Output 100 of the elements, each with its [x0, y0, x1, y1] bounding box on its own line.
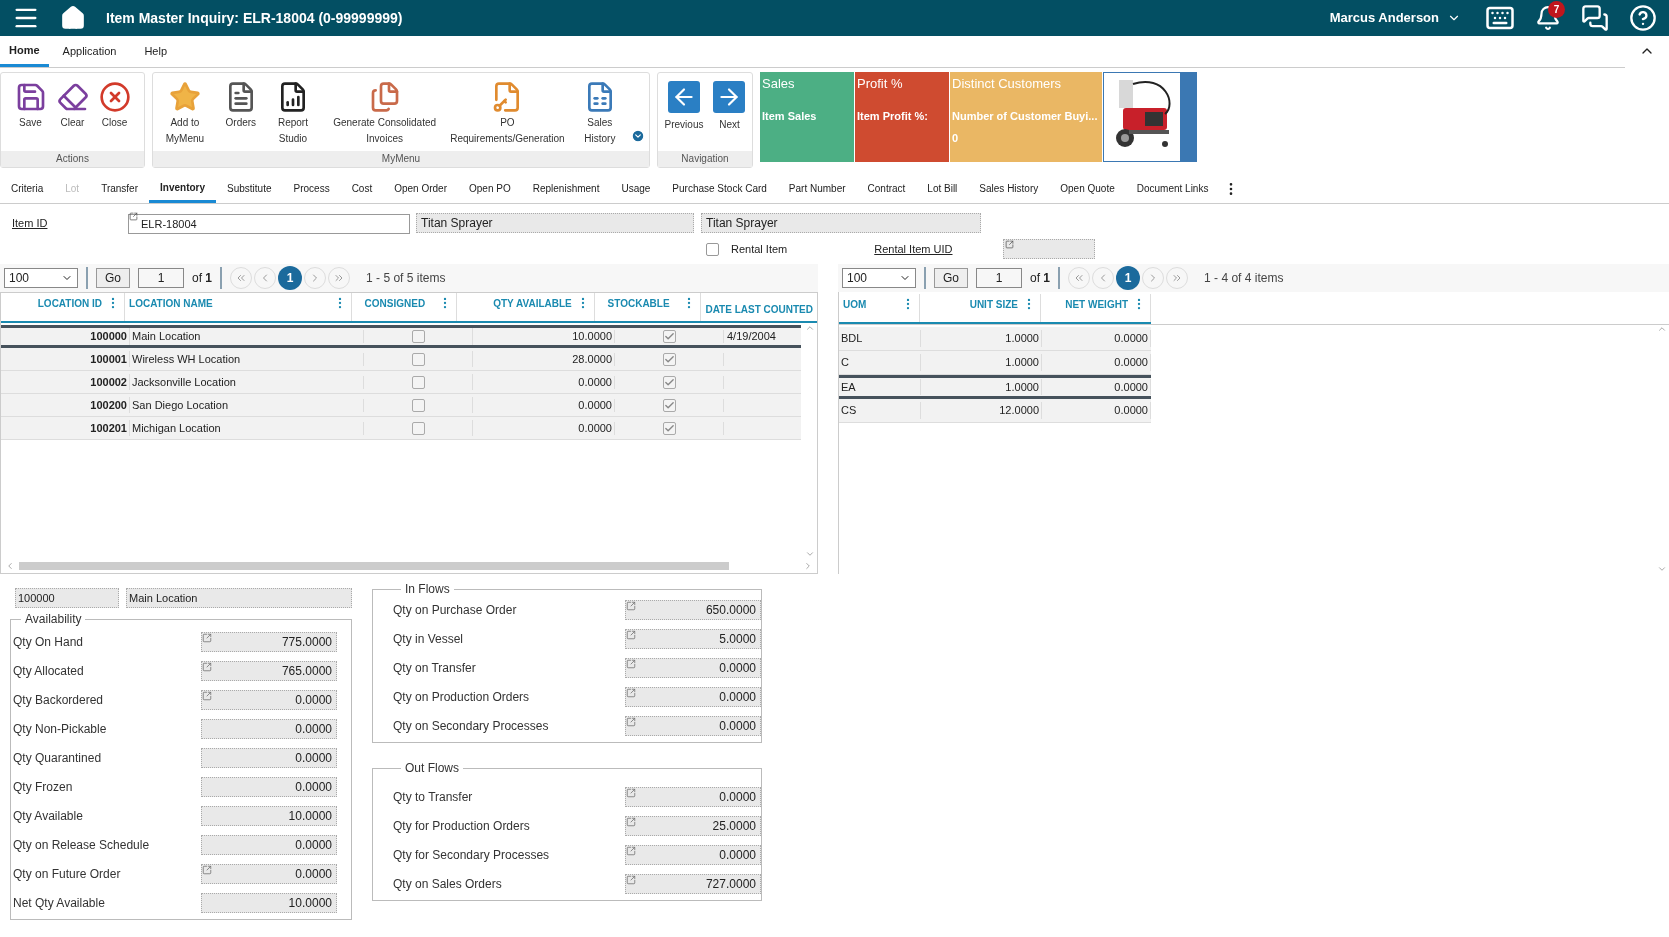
ribbon-button[interactable]: Sales History — [572, 77, 627, 147]
link-icon[interactable] — [626, 601, 636, 611]
table-row[interactable]: 100001 Wireless WH Location 28.0000 — [1, 348, 801, 371]
column-header[interactable]: LOCATION NAME — [129, 296, 329, 311]
go-button[interactable]: Go — [96, 268, 130, 288]
ribbon-button[interactable]: Report Studio — [264, 77, 322, 147]
ribbon-button[interactable]: PO Requirements/Generation — [448, 77, 567, 147]
table-row[interactable]: 100000 Main Location 10.0000 4/19/2004 — [1, 325, 801, 348]
tab[interactable]: Inventory — [149, 174, 217, 203]
column-header[interactable]: STOCKABLE — [598, 296, 679, 311]
link-icon[interactable] — [202, 662, 212, 672]
checkbox[interactable] — [662, 421, 676, 435]
expand-icon[interactable] — [631, 129, 645, 143]
checkbox[interactable] — [411, 330, 425, 343]
link-icon[interactable] — [626, 630, 636, 640]
notification-icon[interactable] — [1535, 5, 1561, 31]
tab[interactable]: Replenishment — [521, 174, 611, 203]
link-icon[interactable] — [626, 788, 636, 798]
checkbox[interactable] — [411, 375, 425, 389]
scroll-up-icon[interactable] — [805, 323, 815, 333]
item-id-field[interactable]: ELR-18004 — [128, 214, 410, 234]
link-icon[interactable] — [202, 865, 212, 875]
column-header[interactable]: LOCATION ID — [5, 296, 103, 311]
table-row[interactable]: CS 12.0000 0.0000 — [839, 399, 1151, 423]
link-icon[interactable] — [1004, 240, 1014, 249]
home-icon[interactable] — [60, 5, 86, 31]
checkbox[interactable] — [411, 352, 425, 366]
link-icon[interactable] — [626, 846, 636, 856]
tab[interactable]: Process — [282, 174, 341, 203]
table-row[interactable]: 100201 Michigan Location 0.0000 — [1, 417, 801, 440]
menu-tab[interactable]: Help — [130, 36, 181, 67]
table-row[interactable]: 100002 Jacksonville Location 0.0000 — [1, 371, 801, 394]
link-icon[interactable] — [626, 688, 636, 698]
help-icon[interactable] — [1629, 4, 1657, 32]
tab[interactable]: Substitute — [216, 174, 283, 203]
menu-tab[interactable]: Home — [0, 36, 49, 67]
ribbon-button[interactable]: Clear — [54, 77, 91, 131]
scroll-up-icon[interactable] — [1657, 324, 1667, 334]
checkbox[interactable] — [706, 242, 719, 256]
link-icon[interactable] — [129, 212, 138, 221]
tab[interactable]: Open Quote — [1049, 174, 1126, 203]
scroll-down-icon[interactable] — [1657, 564, 1667, 574]
user-menu[interactable]: Marcus Anderson — [1329, 8, 1461, 28]
link-icon[interactable] — [202, 633, 212, 643]
kpi-tile[interactable]: Profit % Item Profit %: — [855, 72, 949, 162]
ribbon-button[interactable]: Close — [96, 77, 133, 131]
chat-icon[interactable] — [1581, 4, 1609, 32]
checkbox[interactable] — [662, 398, 676, 412]
tab[interactable]: Transfer — [90, 174, 149, 203]
product-tile[interactable] — [1103, 72, 1197, 162]
checkbox[interactable] — [411, 398, 425, 412]
ribbon-button[interactable]: Generate Consolidated Invoices — [327, 77, 443, 147]
column-header[interactable]: UNIT SIZE — [924, 297, 1018, 312]
tab[interactable]: Sales History — [968, 174, 1050, 203]
table-row[interactable]: 100200 San Diego Location 0.0000 — [1, 394, 801, 417]
tab[interactable]: Purchase Stock Card — [661, 174, 778, 203]
tab[interactable]: Document Links — [1125, 174, 1220, 203]
checkbox[interactable] — [662, 330, 676, 343]
column-header[interactable]: UOM — [843, 297, 897, 312]
tab[interactable]: Part Number — [777, 174, 857, 203]
checkbox[interactable] — [411, 421, 425, 435]
rental-uid-link[interactable]: Rental Item UID — [874, 240, 953, 258]
column-header[interactable]: QTY AVAILABLE — [461, 296, 572, 311]
page-field[interactable]: 1 — [976, 268, 1022, 288]
link-icon[interactable] — [626, 817, 636, 827]
checkbox[interactable] — [662, 352, 676, 366]
item-id-link[interactable]: Item ID — [12, 214, 128, 232]
link-icon[interactable] — [626, 659, 636, 669]
column-header[interactable]: NET WEIGHT — [1045, 297, 1128, 312]
go-button[interactable]: Go — [934, 268, 968, 288]
tab[interactable]: Open PO — [458, 174, 522, 203]
tab[interactable]: Open Order — [383, 174, 458, 203]
tab[interactable]: Contract — [856, 174, 917, 203]
ribbon-button[interactable]: Add to MyMenu — [153, 77, 217, 147]
page-field[interactable]: 1 — [138, 268, 184, 288]
link-icon[interactable] — [202, 691, 212, 701]
scroll-right-icon[interactable] — [803, 561, 813, 571]
ribbon-button[interactable]: Orders — [222, 77, 259, 131]
current-page[interactable]: 1 — [1116, 266, 1141, 290]
link-icon[interactable] — [626, 717, 636, 727]
tab[interactable]: Criteria — [0, 174, 55, 203]
page-size-select[interactable]: 100 — [4, 268, 78, 288]
page-size-select[interactable]: 100 — [842, 268, 916, 288]
current-page[interactable]: 1 — [278, 266, 303, 290]
tab[interactable]: Lot Bill — [916, 174, 969, 203]
tab[interactable]: Usage — [610, 174, 662, 203]
table-row[interactable]: EA 1.0000 0.0000 — [839, 375, 1151, 399]
column-header[interactable]: CONSIGNED — [355, 296, 435, 311]
ribbon-button[interactable]: Next — [711, 77, 748, 133]
tab[interactable]: Cost — [340, 174, 384, 203]
table-row[interactable]: C 1.0000 0.0000 — [839, 351, 1151, 375]
ribbon-button[interactable]: Save — [12, 77, 49, 131]
menu-tab[interactable]: Application — [48, 36, 131, 67]
ribbon-button[interactable]: Previous — [662, 77, 706, 133]
table-row[interactable]: BDL 1.0000 0.0000 — [839, 327, 1151, 351]
scroll-down-icon[interactable] — [805, 549, 815, 559]
column-header[interactable]: DATE LAST COUNTED — [705, 304, 813, 315]
scroll-left-icon[interactable] — [5, 561, 15, 571]
link-icon[interactable] — [626, 875, 636, 885]
checkbox[interactable] — [662, 375, 676, 389]
